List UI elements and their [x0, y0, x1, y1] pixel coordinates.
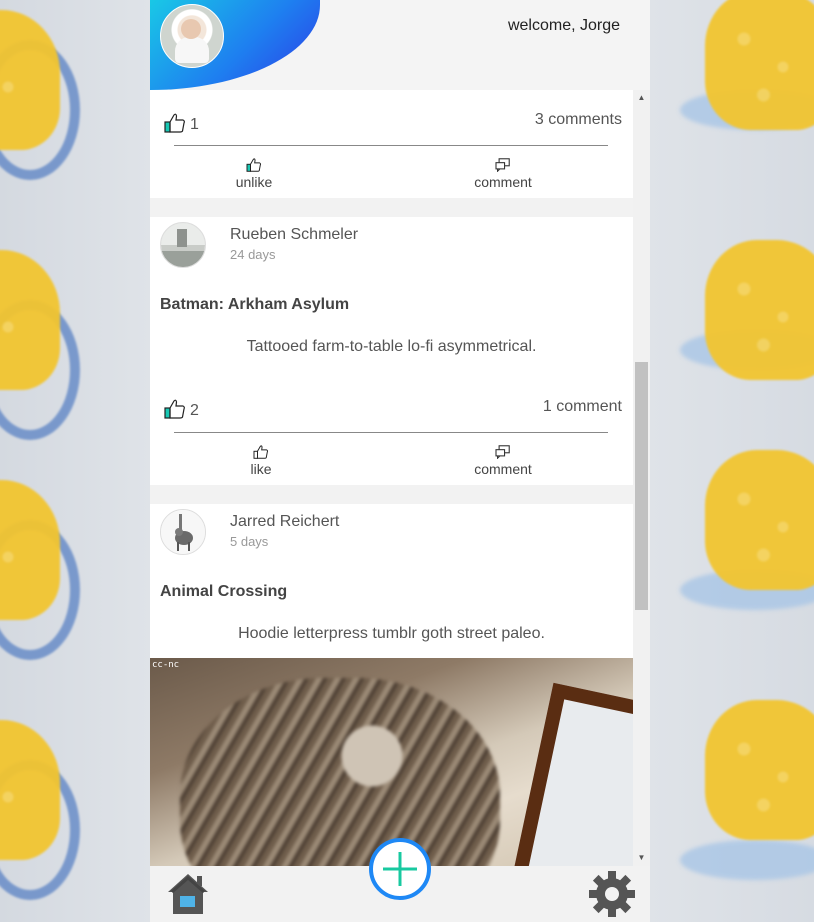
app-header: welcome, Jorge [150, 0, 650, 90]
sponge-decoration [705, 240, 814, 380]
thumbs-up-icon [164, 113, 185, 133]
like-label: like [250, 461, 272, 477]
picture-frame [510, 682, 633, 866]
puddle-decoration [680, 840, 814, 880]
comment-icon [495, 445, 510, 459]
home-icon [168, 874, 208, 914]
feed-scrollbar[interactable]: ▲ ▼ [633, 90, 650, 866]
divider [174, 145, 608, 146]
comment-button[interactable]: comment [458, 158, 548, 190]
thumbs-up-icon [246, 158, 262, 172]
divider [174, 432, 608, 433]
comments-count[interactable]: 1 comment [543, 398, 622, 416]
scroll-up-arrow[interactable]: ▲ [633, 90, 650, 106]
likes-count: 1 [190, 116, 199, 133]
comment-label: comment [474, 461, 532, 477]
likes-count: 2 [190, 402, 199, 419]
author-name[interactable]: Rueben Schmeler [230, 226, 358, 244]
like-button[interactable]: like [216, 445, 306, 477]
thumbs-up-icon [253, 445, 269, 459]
sponge-decoration [705, 0, 814, 130]
post-title: Batman: Arkham Asylum [160, 296, 350, 313]
app-container: welcome, Jorge 1 3 comments unlike comme… [150, 0, 650, 922]
post-timestamp: 5 days [230, 534, 269, 549]
image-caption: cc-nc [152, 660, 180, 670]
post-body: Hoodie letterpress tumblr goth street pa… [238, 625, 545, 642]
gear-icon [589, 871, 635, 917]
unlike-label: unlike [235, 174, 273, 190]
welcome-text: welcome, Jorge [507, 17, 620, 34]
sponge-decoration [0, 10, 60, 150]
comment-icon [495, 158, 510, 172]
likes-count-row: 1 [164, 112, 199, 134]
author-avatar[interactable] [160, 509, 206, 555]
sponge-decoration [0, 720, 60, 860]
post-title: Animal Crossing [160, 583, 288, 600]
plus-icon [383, 852, 417, 886]
sponge-decoration [0, 480, 60, 620]
post-image[interactable]: cc-nc [150, 658, 633, 866]
thumbs-up-icon [164, 399, 185, 419]
post-timestamp: 24 days [230, 247, 276, 262]
comments-count[interactable]: 3 comments [535, 111, 622, 129]
scrollbar-thumb[interactable] [635, 362, 648, 610]
sponge-decoration [705, 700, 814, 840]
avatar-face [181, 19, 201, 39]
cat-photo-content [180, 678, 500, 866]
comment-button[interactable]: comment [458, 445, 548, 477]
post-card: 1 3 comments unlike comment [150, 90, 633, 198]
user-avatar[interactable] [160, 4, 224, 68]
sponge-decoration [0, 250, 60, 390]
author-name[interactable]: Jarred Reichert [230, 513, 339, 531]
unlike-button[interactable]: unlike [209, 158, 299, 190]
home-button[interactable] [164, 870, 212, 918]
post-feed[interactable]: 1 3 comments unlike comment Rueben Schme… [150, 90, 633, 866]
author-avatar[interactable] [160, 222, 206, 268]
scroll-down-arrow[interactable]: ▼ [633, 850, 650, 866]
avatar-figure [175, 37, 209, 63]
author-avatar-image [161, 510, 205, 554]
add-post-button[interactable] [369, 838, 431, 900]
post-body: Tattooed farm-to-table lo-fi asymmetrica… [246, 338, 537, 355]
post-card: Rueben Schmeler 24 days Batman: Arkham A… [150, 217, 633, 485]
settings-button[interactable] [588, 870, 636, 918]
author-avatar-image [161, 223, 205, 267]
sponge-decoration [705, 450, 814, 590]
comment-label: comment [474, 174, 532, 190]
likes-count-row: 2 [164, 398, 199, 420]
